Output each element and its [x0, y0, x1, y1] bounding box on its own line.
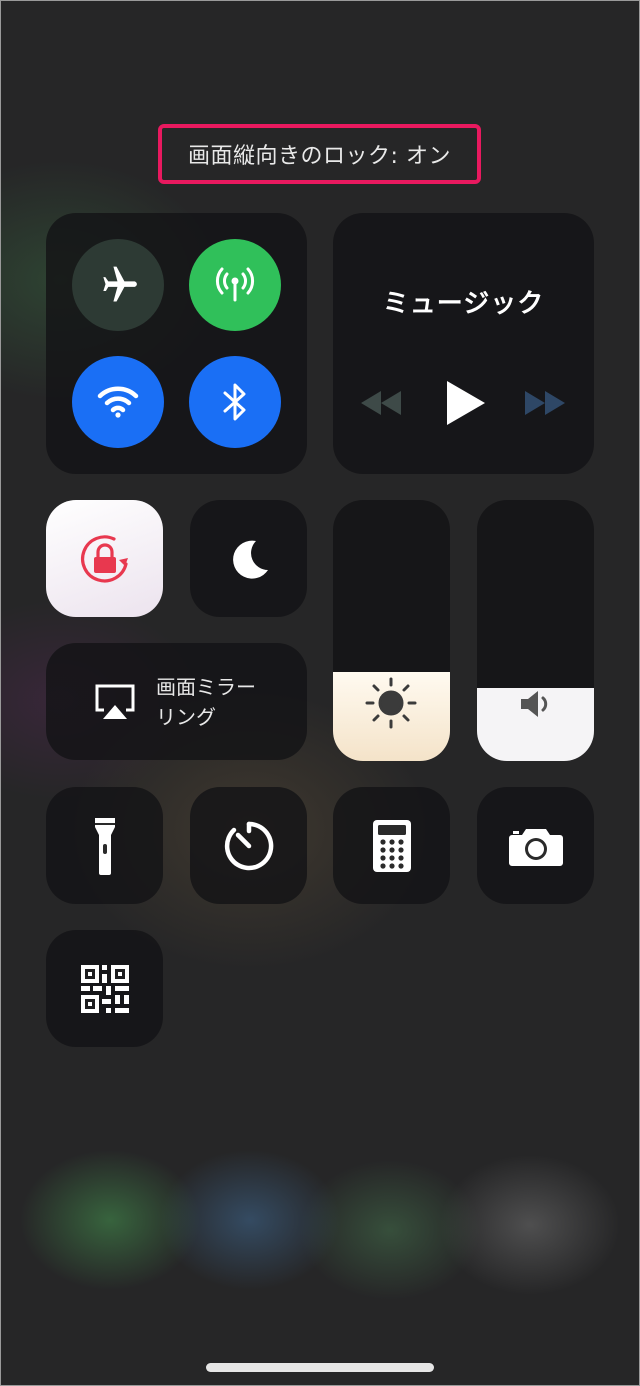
qr-code-reader-button[interactable] [46, 930, 163, 1047]
orientation-lock-toggle[interactable] [46, 500, 163, 617]
cellular-data-button[interactable] [189, 239, 281, 331]
fast-forward-icon[interactable] [523, 389, 567, 417]
rewind-icon[interactable] [359, 389, 403, 417]
screen-mirroring-label-line1: 画面ミラー [156, 674, 256, 699]
home-indicator[interactable] [206, 1363, 434, 1372]
bluetooth-icon [223, 383, 246, 421]
sun-icon [365, 677, 417, 729]
do-not-disturb-toggle[interactable] [190, 500, 307, 617]
music-module[interactable]: ミュージック [333, 213, 594, 474]
play-icon[interactable] [443, 379, 487, 427]
flashlight-button[interactable] [46, 787, 163, 904]
timer-button[interactable] [190, 787, 307, 904]
moon-icon [232, 540, 268, 579]
orientation-lock-icon [80, 534, 128, 582]
orientation-lock-banner: 画面縦向きのロック: オン [158, 124, 481, 184]
screen-mirroring-label: 画面ミラー リング [156, 672, 256, 732]
calculator-button[interactable] [333, 787, 450, 904]
flashlight-icon [94, 817, 115, 875]
airplane-mode-button[interactable] [72, 239, 164, 331]
calculator-icon [372, 819, 411, 872]
qr-code-icon [80, 964, 129, 1013]
camera-button[interactable] [477, 787, 594, 904]
cellular-icon [215, 267, 255, 302]
music-title: ミュージック [382, 289, 545, 319]
connectivity-module [46, 213, 307, 474]
wifi-icon [97, 386, 139, 418]
screen-mirroring-button[interactable]: 画面ミラー リング [46, 643, 307, 760]
camera-icon [508, 828, 563, 866]
airplane-icon [103, 266, 137, 302]
brightness-slider[interactable] [333, 500, 450, 761]
bluetooth-button[interactable] [189, 356, 281, 448]
wifi-button[interactable] [72, 356, 164, 448]
screen-mirroring-icon [95, 684, 135, 719]
speaker-icon [521, 691, 548, 717]
volume-slider[interactable] [477, 500, 594, 761]
timer-icon [224, 821, 273, 870]
screen-mirroring-label-line2: リング [156, 704, 216, 729]
banner-text: 画面縦向きのロック: オン [188, 144, 451, 169]
